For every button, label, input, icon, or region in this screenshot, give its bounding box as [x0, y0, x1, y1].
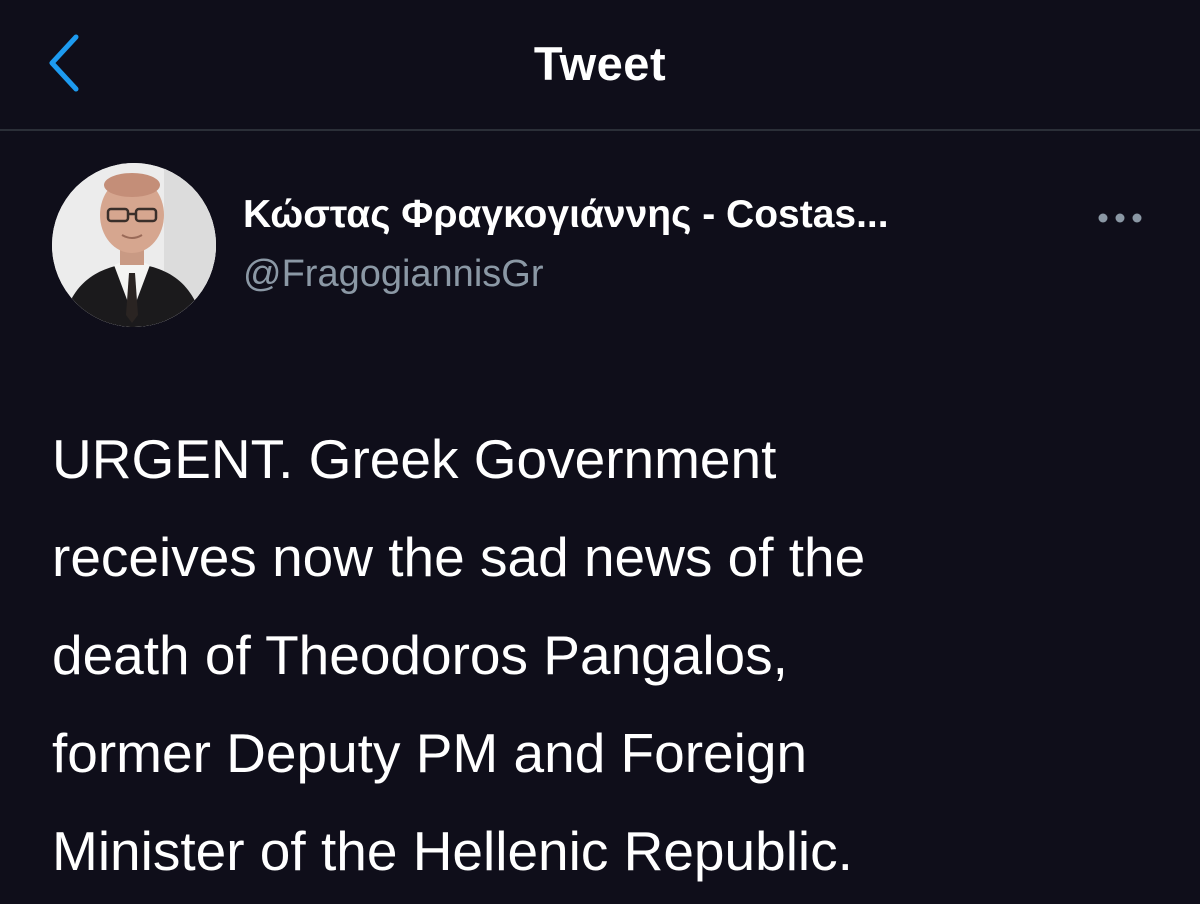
tweet-text-line: death of Theodoros Pangalos, [52, 624, 788, 686]
author-handle[interactable]: @FragogiannisGr [243, 253, 543, 296]
tweet-screen: Tweet Κώστας Φραγκογιάννης - Costas... @… [0, 0, 1200, 904]
more-options-button[interactable] [1094, 198, 1146, 238]
author-display-name[interactable]: Κώστας Φραγκογιάννης - Costas... [243, 193, 889, 237]
more-horizontal-icon [1098, 213, 1142, 223]
page-title: Tweet [533, 37, 667, 90]
tweet-text-line: URGENT. Greek Government [52, 428, 777, 490]
tweet-text-line: Minister of the Hellenic Republic. [52, 820, 853, 882]
tweet-body: URGENT. Greek Government receives now th… [52, 410, 1162, 900]
profile-photo [52, 163, 216, 327]
tweet-text-line: former Deputy PM and Foreign [52, 722, 808, 784]
tweet-text-line: receives now the sad news of the [52, 526, 866, 588]
top-bar: Tweet [0, 0, 1200, 131]
avatar[interactable] [52, 163, 216, 327]
